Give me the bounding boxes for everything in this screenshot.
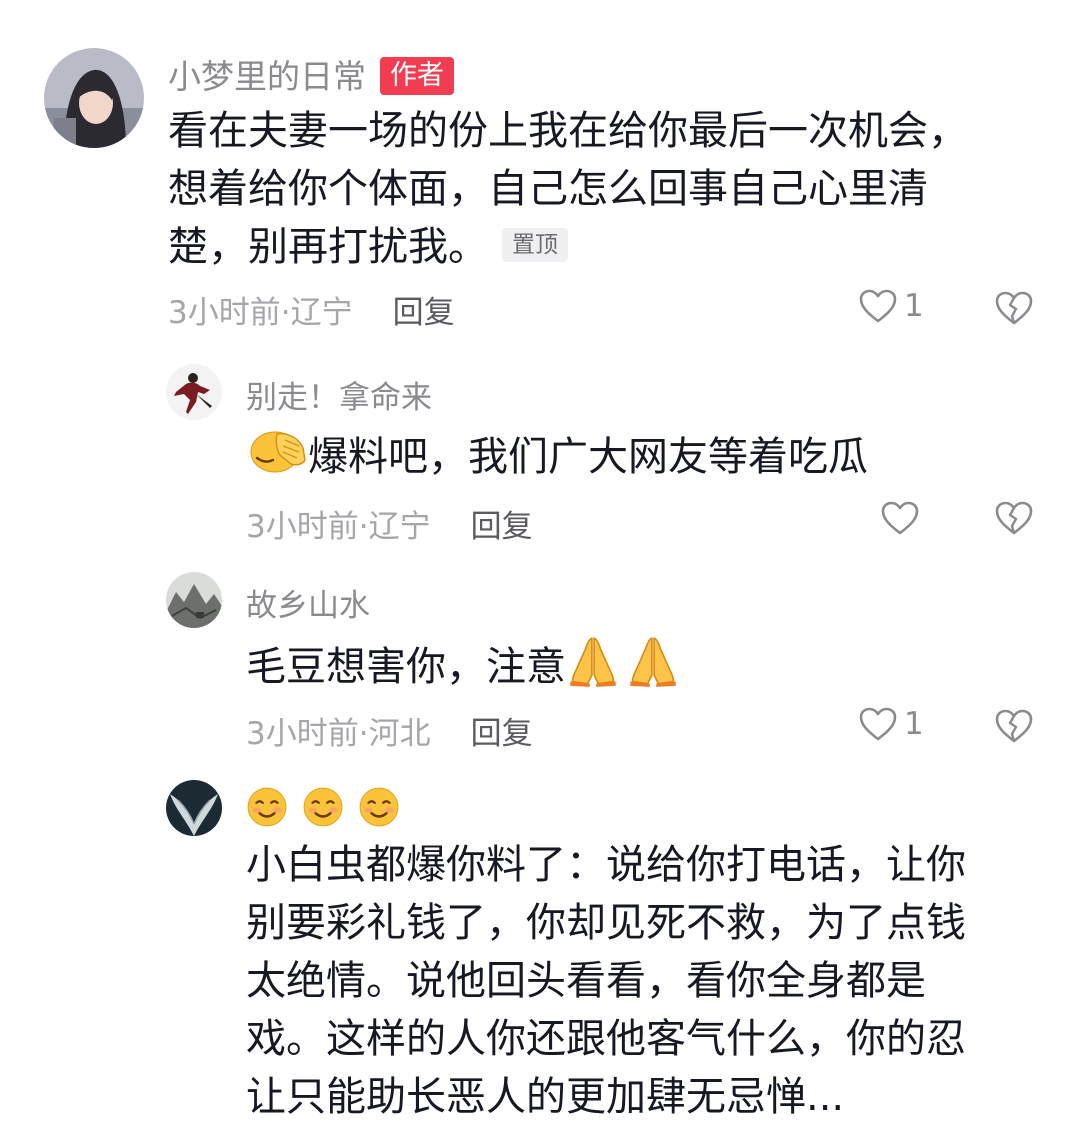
author-name[interactable]: 别走！拿命来 [246, 372, 432, 417]
pinned-badge: 置顶 [502, 228, 568, 262]
comment-line-text: 毛豆想害你，注意 [246, 644, 566, 690]
avatar[interactable] [166, 780, 222, 836]
avatar[interactable] [166, 572, 222, 628]
reply-button[interactable]: 回复 [471, 509, 533, 545]
timestamp-location: 3小时前·辽宁 [168, 295, 353, 331]
comment-line: 别要彩礼钱了，你却见死不救，为了点钱 [246, 900, 966, 946]
like-button[interactable]: 1 [858, 706, 924, 742]
comment-line-text: 爆料吧，我们广大网友等着吃瓜 [308, 434, 868, 480]
comment-meta: 3小时前·辽宁 回复 [246, 501, 533, 546]
comment-text: 看在夫妻一场的份上我在给你最后一次机会， 想着给你个体面，自己怎么回事自己心里清… [168, 102, 1048, 276]
folded-hands-emoji [566, 634, 620, 704]
broken-heart-icon [994, 500, 1034, 536]
like-button[interactable] [880, 500, 926, 536]
comment-line-text: 楚，别再打扰我。 [168, 224, 488, 270]
heart-outline-icon [880, 500, 920, 536]
broken-heart-icon [994, 290, 1034, 326]
comment-line-last: 楚，别再打扰我。 置顶 [168, 218, 1048, 276]
reply-button[interactable]: 回复 [393, 295, 455, 331]
smiling-face-emoji [246, 786, 288, 828]
folded-hands-emoji [626, 634, 680, 704]
smiling-face-emoji [302, 786, 344, 828]
comment-meta: 3小时前·河北 回复 [246, 708, 533, 753]
dislike-button[interactable] [994, 708, 1034, 748]
author-name[interactable]: 故乡山水 [246, 580, 370, 625]
heart-outline-icon [858, 288, 898, 324]
comment-line: 戏。这样的人你还跟他客气什么，你的忍 [246, 1016, 966, 1062]
author-name[interactable]: 小梦里的日常 作者 [168, 50, 454, 98]
like-count: 1 [904, 706, 924, 742]
smiling-face-emoji [358, 786, 400, 828]
timestamp-location: 3小时前·河北 [246, 716, 431, 752]
comment-meta: 3小时前·辽宁 回复 [168, 287, 455, 332]
avatar[interactable] [44, 48, 144, 148]
broken-heart-icon [994, 708, 1034, 744]
comment-line: 小白虫都爆你料了：说给你打电话，让你 [246, 842, 966, 888]
comment-line: 太绝情。说他回头看看，看你全身都是 [246, 958, 926, 1004]
author-name-text[interactable]: 小梦里的日常 [168, 57, 366, 96]
timestamp-location: 3小时前·辽宁 [246, 509, 431, 545]
comment-text: 爆料吧，我们广大网友等着吃瓜 [246, 426, 868, 492]
dislike-button[interactable] [994, 290, 1034, 330]
comment-text: 小白虫都爆你料了：说给你打电话，让你 别要彩礼钱了，你却见死不救，为了点钱 太绝… [246, 836, 1066, 1126]
comment-line: 让只能助长恶人的更加肆无忌惮... [246, 1074, 845, 1120]
comment-line: 看在夫妻一场的份上我在给你最后一次机会， [168, 108, 968, 154]
facepalm-emoji [246, 426, 308, 492]
emoji-row [246, 786, 400, 828]
comment-text: 毛豆想害你，注意 [246, 634, 680, 704]
reply-button[interactable]: 回复 [471, 716, 533, 752]
like-count: 1 [904, 288, 924, 324]
author-badge: 作者 [380, 56, 454, 95]
comment-line: 想着给你个体面，自己怎么回事自己心里清 [168, 166, 928, 212]
avatar[interactable] [166, 364, 222, 420]
like-button[interactable]: 1 [858, 288, 924, 324]
heart-outline-icon [858, 706, 898, 742]
dislike-button[interactable] [994, 500, 1034, 540]
